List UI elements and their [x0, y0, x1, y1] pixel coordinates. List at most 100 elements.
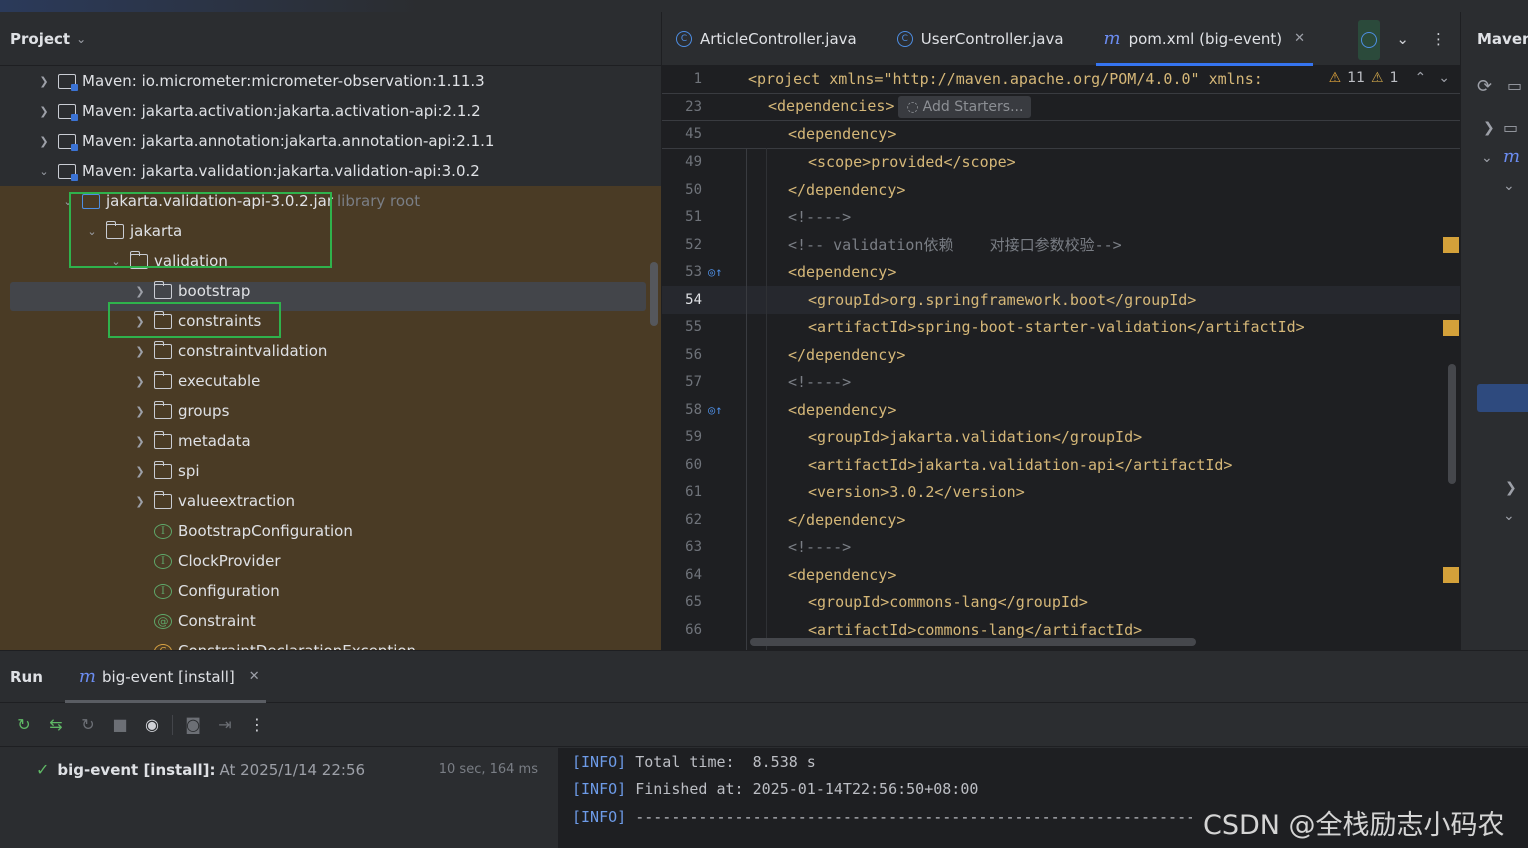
tree-row[interactable]: I Configuration — [0, 576, 280, 606]
tree-row[interactable]: ❯ constraintvalidation — [0, 336, 327, 366]
more-vertical-icon[interactable]: ⋮ — [1431, 30, 1446, 48]
add-starters-button[interactable]: ◌ Add Starters... — [898, 95, 1032, 118]
editor-panel: C ArticleController.java C UserController.… — [662, 12, 1460, 650]
line-number: 1 — [693, 71, 702, 88]
tab-pom-xml[interactable]: m pom.xml (big-event) ✕ — [1090, 12, 1320, 66]
tree-row[interactable]: ❯ Maven: io.micrometer:micrometer-observa… — [0, 66, 485, 96]
check-icon: ✓ — [36, 760, 50, 779]
chevron-right-icon[interactable]: ❯ — [36, 135, 52, 148]
chevron-right-icon[interactable]: ❯ — [132, 285, 148, 298]
line-number: 62 — [685, 511, 702, 528]
reload-icon[interactable]: ⟳ — [1477, 76, 1492, 97]
tree-row[interactable]: ❯ Maven: jakarta.annotation:jakarta.annot… — [0, 126, 494, 156]
warning-marker[interactable] — [1443, 319, 1459, 336]
tab-actions: ⌄ ⋮ — [1396, 12, 1446, 66]
tree-row[interactable]: ⌄ Maven: jakarta.validation:jakarta.valid… — [0, 156, 480, 186]
rerun-failed-icon[interactable]: ⇆ — [40, 709, 72, 741]
code-text: <!----> — [788, 208, 852, 227]
project-header[interactable]: Project ⌄ — [0, 12, 661, 66]
tree-row-label: executable — [178, 372, 261, 390]
chevron-down-icon[interactable]: ⌄ — [1438, 70, 1450, 86]
chevron-right-icon[interactable]: ❯ — [1483, 120, 1495, 136]
code-line: 55 <artifactId>spring-boot-starter-valida… — [662, 314, 1460, 342]
code-line: 63 <!----> — [662, 534, 1460, 562]
close-icon[interactable]: ✕ — [249, 669, 260, 684]
tree-row[interactable]: ❯ executable — [0, 366, 260, 396]
code-text: <groupId>jakarta.validation</groupId> — [808, 428, 1143, 447]
code-line: 57 <!----> — [662, 369, 1460, 397]
project-panel: Project ⌄ ❯ Maven: io.micrometer:micromet… — [0, 12, 661, 650]
tree-row[interactable]: I BootstrapConfiguration — [0, 516, 353, 546]
tree-row[interactable]: I ClockProvider — [0, 546, 281, 576]
folder-icon — [153, 370, 172, 389]
library-icon — [58, 73, 78, 91]
tab-partial[interactable] — [1358, 20, 1380, 60]
code-line-current: 54 <groupId>org.springframework.boot</gro… — [662, 286, 1460, 314]
chevron-right-icon[interactable]: ❯ — [132, 405, 148, 418]
camera-icon[interactable]: ◙ — [177, 709, 209, 741]
chevron-right-icon[interactable]: ❯ — [36, 75, 52, 88]
tree-row-label: Maven: io.micrometer:micrometer-observat… — [82, 72, 485, 90]
toolbar-divider — [172, 714, 173, 735]
tree-row[interactable]: C ConstraintDeclarationException — [0, 636, 416, 650]
tree-row[interactable]: @ Constraint — [0, 606, 256, 636]
editor-vertical-scrollbar[interactable] — [1448, 364, 1456, 484]
maven-title: Maven — [1477, 30, 1528, 48]
chevron-down-icon[interactable]: ⌄ — [1481, 150, 1493, 166]
line-number: 59 — [685, 429, 702, 446]
export-icon[interactable]: ⇥ — [209, 709, 241, 741]
close-icon[interactable]: ✕ — [1294, 31, 1305, 46]
chevron-down-icon[interactable]: ⌄ — [1503, 178, 1515, 194]
folder-icon — [153, 400, 172, 419]
warning-marker[interactable] — [1443, 237, 1459, 253]
tab-article-controller[interactable]: C ArticleController.java — [662, 12, 871, 66]
chevron-down-icon[interactable]: ⌄ — [36, 165, 52, 178]
more-vertical-icon[interactable]: ⋮ — [241, 709, 273, 741]
tab-user-controller[interactable]: C UserController.java — [883, 12, 1078, 66]
project-scrollbar[interactable] — [650, 262, 658, 326]
code-area[interactable]: 1 <project xmlns="http://maven.apache.org… — [662, 66, 1460, 650]
folder-icon[interactable]: ▭ — [1507, 76, 1522, 95]
chevron-right-icon[interactable]: ❯ — [132, 345, 148, 358]
inspection-widget[interactable]: ⚠ 11 ⚠ 1 ⌃ ⌄ — [1328, 70, 1450, 86]
chevron-right-icon[interactable]: ❯ — [132, 435, 148, 448]
title-strip-accent — [0, 0, 420, 12]
chevron-right-icon[interactable]: ❯ — [132, 375, 148, 388]
tree-row-label: Constraint — [178, 612, 256, 630]
rerun-icon[interactable]: ↻ — [8, 709, 40, 741]
code-text: <dependency> — [788, 565, 897, 584]
code-text: </dependency> — [788, 510, 906, 529]
log-level: [INFO] — [572, 752, 627, 771]
weak-warning-icon: ⚠ — [1371, 70, 1384, 86]
chevron-down-icon[interactable]: ⌄ — [76, 32, 86, 46]
tree-row[interactable]: ❯ Maven: jakarta.activation:jakarta.activ… — [0, 96, 481, 126]
code-line: 59 <groupId>jakarta.validation</groupId> — [662, 424, 1460, 452]
maven-selected-row[interactable] — [1477, 384, 1528, 412]
line-number: 57 — [685, 374, 702, 391]
tree-row-label: ClockProvider — [178, 552, 281, 570]
refresh-icon[interactable]: ↻ — [72, 709, 104, 741]
tree-row[interactable]: ❯ metadata — [0, 426, 251, 456]
dependency-gutter-icon[interactable]: ◎↑ — [708, 403, 722, 417]
chevron-right-icon[interactable]: ❯ — [36, 105, 52, 118]
warning-marker[interactable] — [1443, 567, 1459, 583]
tree-row[interactable]: ❯ valueextraction — [0, 486, 295, 516]
tree-row[interactable]: ❯ spi — [0, 456, 200, 486]
run-item[interactable]: ✓ big-event [install]: At 2025/1/14 22:5… — [36, 760, 546, 779]
tree-row-label: groups — [178, 402, 230, 420]
code-text: <scope>provided</scope> — [808, 153, 1016, 172]
dependency-gutter-icon[interactable]: ◎↑ — [708, 265, 722, 279]
chevron-right-icon[interactable]: ❯ — [132, 495, 148, 508]
code-text: <dependency> — [788, 263, 897, 282]
tab-run-config[interactable]: m big-event [install] ✕ — [64, 651, 266, 703]
eye-icon[interactable]: ◉ — [136, 709, 168, 741]
chevron-down-icon[interactable]: ⌄ — [1503, 508, 1515, 524]
console-line: [INFO] Finished at: 2025-01-14T22:56:50+… — [572, 776, 978, 804]
tree-row[interactable]: ❯ groups — [0, 396, 229, 426]
chevron-up-icon[interactable]: ⌃ — [1415, 70, 1427, 86]
chevron-right-icon[interactable]: ❯ — [1505, 480, 1517, 496]
stop-icon[interactable]: ■ — [104, 709, 136, 741]
chevron-down-icon[interactable]: ⌄ — [1396, 30, 1409, 48]
editor-horizontal-scrollbar[interactable] — [750, 638, 1196, 646]
chevron-right-icon[interactable]: ❯ — [132, 465, 148, 478]
